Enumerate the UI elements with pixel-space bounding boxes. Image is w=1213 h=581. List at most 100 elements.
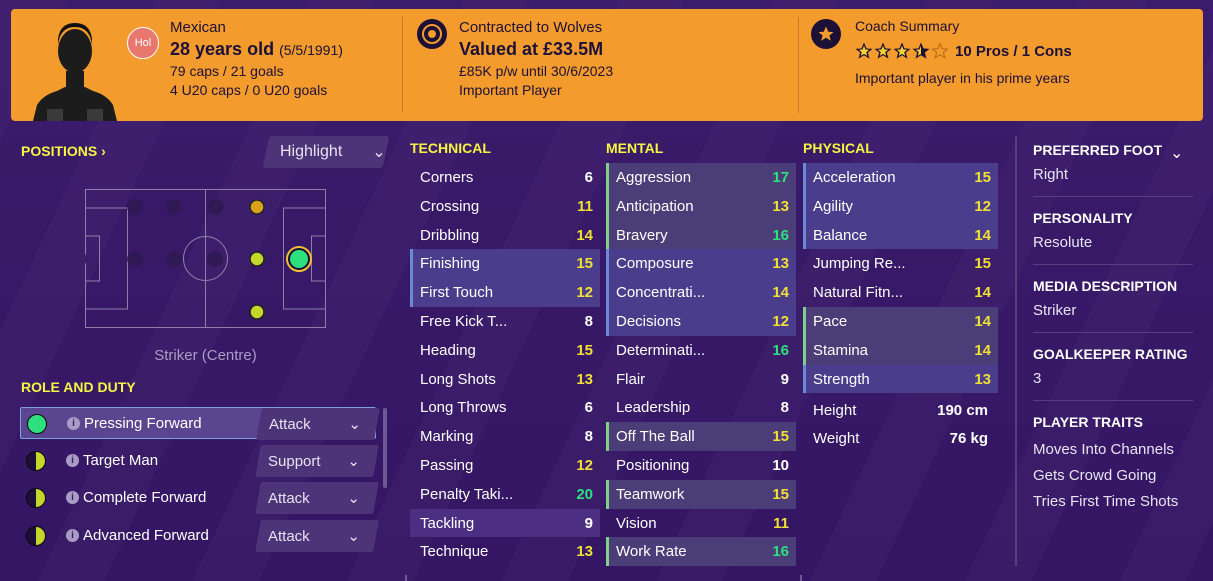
divider	[402, 17, 403, 113]
attribute-row[interactable]: Natural Fitn... 14	[803, 278, 998, 307]
coach-comment: Important player in his prime years	[855, 70, 1070, 86]
role-name: Advanced Forward	[83, 527, 209, 544]
preferred-foot-value: Right	[1033, 166, 1069, 183]
attribute-row[interactable]: Tackling 9	[410, 508, 600, 538]
pitch-position-label: Striker (Centre)	[154, 347, 257, 364]
chevron-down-icon[interactable]: ⌄	[1170, 143, 1183, 163]
player-value: Valued at £33.5M	[459, 39, 604, 59]
info-icon[interactable]: i	[66, 491, 79, 504]
duty-dropdown[interactable]: Attack ⌄	[256, 408, 380, 440]
attribute-row[interactable]: Bravery 16	[606, 220, 796, 250]
attribute-row[interactable]: Flair 9	[606, 365, 796, 394]
star-full-icon	[893, 42, 911, 59]
attribute-row[interactable]: Off The Ball 15	[606, 422, 796, 451]
attribute-row[interactable]: Long Throws 6	[410, 393, 600, 422]
attribute-row[interactable]: Balance 14	[803, 220, 998, 250]
attribute-row[interactable]: Technique 13	[410, 537, 600, 566]
attribute-row[interactable]: Dribbling 14	[410, 221, 600, 250]
nationality: Mexican	[170, 19, 226, 36]
personality-label: PERSONALITY	[1033, 210, 1133, 226]
role-row[interactable]: i Advanced Forward Attack ⌄	[20, 520, 379, 552]
role-name: Pressing Forward	[84, 415, 202, 432]
personality-value: Resolute	[1033, 234, 1093, 251]
player-trait[interactable]: Gets Crowd Going	[1033, 467, 1156, 484]
info-icon[interactable]: i	[67, 417, 80, 430]
star-full-icon	[855, 42, 873, 59]
star-empty-icon	[931, 42, 949, 59]
attribute-row[interactable]: Pace 14	[803, 306, 998, 336]
contract-club[interactable]: Contracted to Wolves	[459, 19, 613, 36]
roles-scrollbar[interactable]	[383, 408, 387, 488]
chevron-down-icon: ⌄	[348, 416, 361, 433]
preferred-foot-label: PREFERRED FOOT	[1033, 142, 1163, 158]
attribute-row[interactable]: Aggression 17	[606, 163, 796, 192]
attribute-row[interactable]: Decisions 12	[606, 306, 796, 336]
duty-label: Support	[268, 452, 321, 470]
weight-label: Weight	[813, 430, 860, 447]
international-caps: 79 caps / 21 goals	[170, 63, 284, 79]
media-description-value: Striker	[1033, 302, 1077, 319]
attribute-row[interactable]: Work Rate 16	[606, 537, 796, 567]
duty-dropdown[interactable]: Support ⌄	[255, 445, 379, 477]
chevron-down-icon: ⌄	[372, 144, 386, 161]
player-traits-label: PLAYER TRAITS	[1033, 414, 1143, 430]
attribute-row[interactable]: Acceleration 15	[803, 163, 998, 192]
star-half-icon	[912, 42, 930, 59]
role-suitability-icon	[26, 526, 46, 546]
divider	[1033, 264, 1193, 265]
duty-label: Attack	[269, 415, 311, 433]
player-trait[interactable]: Moves Into Channels	[1033, 441, 1174, 458]
coach-star-icon	[811, 19, 841, 49]
pros-cons[interactable]: 10 Pros / 1 Cons	[955, 43, 1072, 60]
player-silhouette-icon	[33, 23, 117, 121]
divider	[1033, 332, 1193, 333]
role-suitability-icon	[26, 488, 46, 508]
attribute-row[interactable]: Teamwork 15	[606, 479, 796, 509]
physical-attributes: PHYSICAL Acceleration 15 Agility 12 Balanc…	[803, 140, 998, 394]
attribute-row[interactable]: Crossing 11	[410, 192, 600, 221]
role-row[interactable]: i Complete Forward Attack ⌄	[20, 482, 379, 514]
info-icon[interactable]: i	[66, 454, 79, 467]
attribute-row[interactable]: Jumping Re... 15	[803, 249, 998, 278]
attribute-row[interactable]: Concentrati... 14	[606, 278, 796, 307]
attribute-row[interactable]: Anticipation 13	[606, 191, 796, 221]
attribute-row[interactable]: Penalty Taki... 20	[410, 480, 600, 509]
height-row: Height 190 cm	[813, 402, 988, 419]
attribute-row[interactable]: Marking 8	[410, 422, 600, 451]
chevron-down-icon: ⌄	[347, 453, 360, 470]
chevron-down-icon: ⌄	[347, 528, 360, 545]
role-row[interactable]: i Pressing Forward Attack ⌄	[20, 407, 380, 440]
attribute-row[interactable]: Stamina 14	[803, 335, 998, 365]
highlight-dropdown[interactable]: Highlight ⌄	[262, 136, 390, 168]
club-badge-icon[interactable]	[417, 19, 447, 49]
attribute-row[interactable]: Finishing 15	[410, 249, 600, 279]
squad-status: Important Player	[459, 82, 562, 98]
duty-dropdown[interactable]: Attack ⌄	[255, 520, 379, 552]
attribute-row[interactable]: Determinati... 16	[606, 336, 796, 365]
player-trait[interactable]: Tries First Time Shots	[1033, 493, 1178, 510]
info-icon[interactable]: i	[66, 529, 79, 542]
attribute-row[interactable]: Positioning 10	[606, 451, 796, 480]
attribute-row[interactable]: Passing 12	[410, 451, 600, 480]
goalkeeper-rating-label: GOALKEEPER RATING	[1033, 346, 1188, 362]
duty-label: Attack	[268, 527, 310, 545]
attribute-row[interactable]: Corners 6	[410, 163, 600, 192]
technical-attributes: TECHNICAL Corners 6 Crossing 11 Dribbling 1…	[410, 140, 600, 566]
mental-title: MENTAL	[606, 140, 664, 156]
positions-title[interactable]: POSITIONS ›	[21, 143, 106, 159]
attribute-row[interactable]: First Touch 12	[410, 278, 600, 307]
attribute-row[interactable]: Heading 15	[410, 336, 600, 365]
position-dot-am-c	[249, 251, 265, 267]
attribute-row[interactable]: Agility 12	[803, 191, 998, 221]
player-overview-banner: Hol Mexican 28 years old (5/5/1991) 79 c…	[11, 9, 1203, 121]
date-of-birth: (5/5/1991)	[279, 42, 343, 58]
duty-dropdown[interactable]: Attack ⌄	[255, 482, 379, 514]
panel-divider	[1015, 136, 1017, 566]
attribute-row[interactable]: Free Kick T... 8	[410, 307, 600, 336]
role-row[interactable]: i Target Man Support ⌄	[20, 445, 379, 477]
attribute-row[interactable]: Vision 11	[606, 509, 796, 538]
attribute-row[interactable]: Strength 13	[803, 364, 998, 394]
attribute-row[interactable]: Composure 13	[606, 249, 796, 279]
attribute-row[interactable]: Long Shots 13	[410, 365, 600, 394]
attribute-row[interactable]: Leadership 8	[606, 393, 796, 422]
